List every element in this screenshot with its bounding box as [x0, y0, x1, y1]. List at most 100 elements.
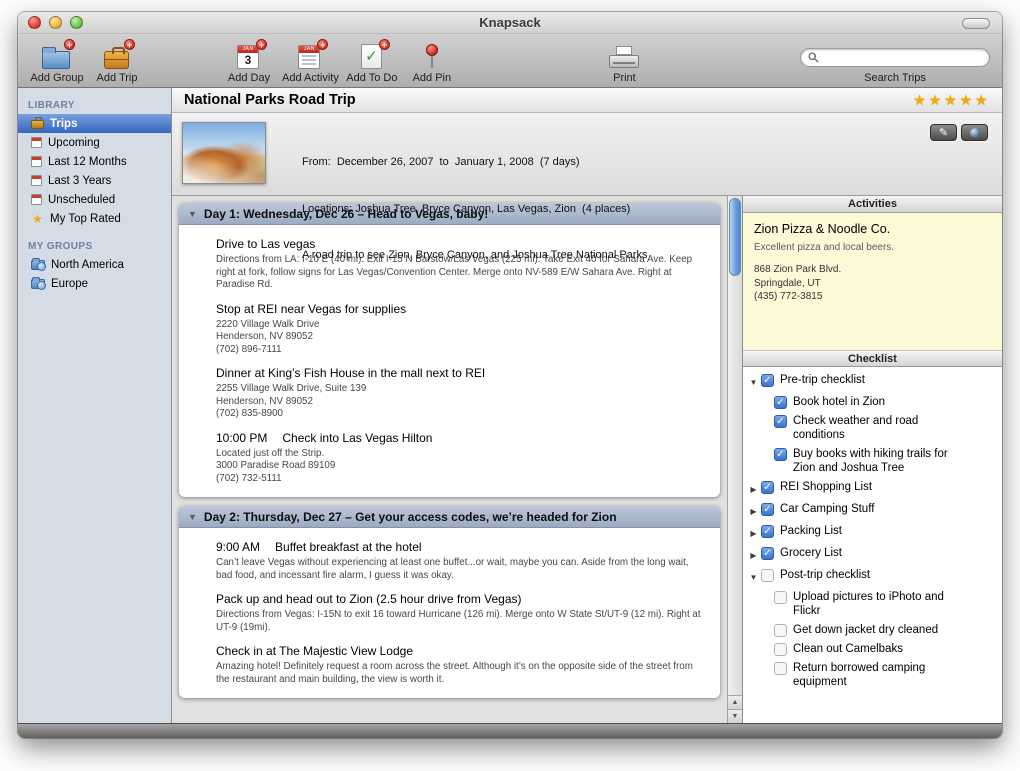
- right-panel: Activities Zion Pizza & Noodle Co. Excel…: [742, 196, 1002, 723]
- rating-stars[interactable]: ★★★★★: [913, 91, 990, 109]
- checkbox[interactable]: ✓: [761, 525, 774, 538]
- plus-badge-icon: [256, 39, 267, 50]
- sidebar-item-label: My Top Rated: [50, 213, 121, 225]
- scrollbar-thumb[interactable]: [729, 198, 741, 276]
- app-window: Knapsack Add Group Add Trip JAN3 Add Day: [18, 12, 1002, 738]
- activity-note: Located just off the Strip. 3000 Paradis…: [216, 448, 702, 486]
- print-label: Print: [613, 72, 636, 84]
- day-header[interactable]: ▼ Day 2: Thursday, Dec 27 – Get your acc…: [179, 506, 720, 528]
- search-field[interactable]: [800, 48, 990, 67]
- checklist-item: Upload pictures to iPhoto and Flickr: [747, 590, 996, 618]
- activity-place-name[interactable]: Zion Pizza & Noodle Co.: [754, 222, 991, 236]
- checkbox[interactable]: [774, 591, 787, 604]
- my-groups-header: MY GROUPS: [18, 238, 171, 255]
- sidebar-item-unscheduled[interactable]: Unscheduled: [18, 190, 171, 209]
- sidebar-item-last-3-years[interactable]: Last 3 Years: [18, 171, 171, 190]
- trip-summary: From: December 26, 2007 to January 1, 20…: [302, 122, 647, 195]
- disclosure-triangle-icon[interactable]: ▼: [188, 209, 197, 219]
- add-todo-button[interactable]: ✓ Add To Do: [345, 41, 399, 84]
- minimize-button[interactable]: [49, 16, 62, 29]
- add-pin-button[interactable]: Add Pin: [405, 41, 459, 84]
- search-input[interactable]: [824, 52, 982, 64]
- activities-panel-header: Activities: [743, 196, 1002, 213]
- checklist-label: Post-trip checklist: [780, 568, 870, 582]
- disclosure-triangle-icon[interactable]: ▼: [747, 568, 760, 585]
- toolbar: Add Group Add Trip JAN3 Add Day JAN Add …: [18, 34, 1002, 88]
- sidebar-item-europe[interactable]: Europe: [18, 274, 171, 293]
- checklist-label: Clean out Camelbaks: [793, 642, 903, 656]
- calendar-day-icon: JAN3: [231, 41, 267, 71]
- activity-title: 10:00 PMCheck into Las Vegas Hilton: [216, 431, 702, 445]
- trip-title-bar: National Parks Road Trip ★★★★★: [172, 88, 1002, 113]
- activity-place-address: 868 Zion Park Blvd.: [754, 263, 991, 277]
- close-button[interactable]: [28, 16, 41, 29]
- checkbox[interactable]: ✓: [774, 396, 787, 409]
- activity-place-note: Excellent pizza and local beers.: [754, 242, 991, 253]
- activity-item[interactable]: 9:00 AMBuffet breakfast at the hotel Can…: [216, 540, 702, 582]
- sidebar-item-north-america[interactable]: North America: [18, 255, 171, 274]
- checkbox[interactable]: ✓: [774, 448, 787, 461]
- checkbox[interactable]: ✓: [761, 481, 774, 494]
- main-area: National Parks Road Trip ★★★★★ From: Dec…: [172, 88, 1002, 723]
- suitcase-icon: [99, 41, 135, 71]
- activity-place-city: Springdale, UT: [754, 277, 991, 291]
- status-bar: [18, 723, 1002, 738]
- edit-trip-button[interactable]: ✎: [930, 124, 957, 141]
- sidebar-item-trips[interactable]: Trips: [18, 114, 171, 133]
- activity-item[interactable]: Stop at REI near Vegas for supplies 2220…: [216, 302, 702, 357]
- checkbox[interactable]: ✓: [761, 547, 774, 560]
- checklist-item: Get down jacket dry cleaned: [747, 623, 996, 637]
- calendar-activity-icon: JAN: [292, 41, 328, 71]
- trip-dates: From: December 26, 2007 to January 1, 20…: [302, 155, 647, 171]
- add-day-button[interactable]: JAN3 Add Day: [222, 41, 276, 84]
- toolbar-toggle-button[interactable]: [962, 18, 990, 29]
- checkbox[interactable]: [774, 624, 787, 637]
- calendar-icon: [31, 175, 42, 186]
- plus-badge-icon: [379, 39, 390, 50]
- checkbox[interactable]: [774, 643, 787, 656]
- suitcase-icon: [31, 120, 44, 129]
- checkbox[interactable]: ✓: [761, 374, 774, 387]
- disclosure-triangle-icon[interactable]: ▶: [747, 524, 760, 541]
- add-trip-button[interactable]: Add Trip: [90, 41, 144, 84]
- checkbox[interactable]: [761, 569, 774, 582]
- disclosure-triangle-icon[interactable]: ▶: [747, 480, 760, 497]
- zoom-button[interactable]: [70, 16, 83, 29]
- add-day-label: Add Day: [228, 72, 270, 84]
- sidebar-item-my-top-rated[interactable]: ★ My Top Rated: [18, 209, 171, 228]
- folder-icon: [39, 41, 75, 71]
- scrollbar-arrows: ▲ ▼: [728, 695, 742, 723]
- scroll-up-button[interactable]: ▲: [728, 695, 742, 709]
- scroll-down-button[interactable]: ▼: [728, 709, 742, 723]
- activity-item[interactable]: Pack up and head out to Zion (2.5 hour d…: [216, 592, 702, 634]
- add-activity-button[interactable]: JAN Add Activity: [282, 41, 339, 84]
- checklist-label: Get down jacket dry cleaned: [793, 623, 938, 637]
- print-button[interactable]: Print: [597, 41, 651, 84]
- checkbox[interactable]: ✓: [761, 503, 774, 516]
- checkbox[interactable]: [774, 662, 787, 675]
- sidebar-item-upcoming[interactable]: Upcoming: [18, 133, 171, 152]
- page-title: National Parks Road Trip: [184, 92, 356, 108]
- sidebar-item-last-12-months[interactable]: Last 12 Months: [18, 152, 171, 171]
- map-view-button[interactable]: [961, 124, 988, 141]
- activity-item[interactable]: Dinner at King’s Fish House in the mall …: [216, 366, 702, 421]
- activity-item[interactable]: 10:00 PMCheck into Las Vegas Hilton Loca…: [216, 431, 702, 486]
- activity-item[interactable]: Check in at The Majestic View Lodge Amaz…: [216, 644, 702, 686]
- calendar-icon: [31, 194, 42, 205]
- disclosure-triangle-icon[interactable]: ▶: [747, 546, 760, 563]
- add-group-button[interactable]: Add Group: [30, 41, 84, 84]
- pencil-icon: ✎: [939, 126, 948, 139]
- activity-title: Pack up and head out to Zion (2.5 hour d…: [216, 592, 702, 606]
- checkbox[interactable]: ✓: [774, 415, 787, 428]
- disclosure-triangle-icon[interactable]: ▼: [188, 512, 197, 522]
- activity-note: 2220 Village Walk Drive Henderson, NV 89…: [216, 319, 702, 357]
- itinerary-scrollbar[interactable]: ▲ ▼: [727, 196, 742, 723]
- disclosure-triangle-icon[interactable]: ▼: [747, 373, 760, 390]
- disclosure-triangle-icon[interactable]: ▶: [747, 502, 760, 519]
- title-bar[interactable]: Knapsack: [18, 12, 1002, 34]
- window-title: Knapsack: [479, 15, 540, 30]
- printer-icon: [606, 41, 642, 71]
- activity-place-phone: (435) 772-3815: [754, 290, 991, 304]
- checklist-label: Pre-trip checklist: [780, 373, 865, 387]
- todo-checkmark-icon: ✓: [354, 41, 390, 71]
